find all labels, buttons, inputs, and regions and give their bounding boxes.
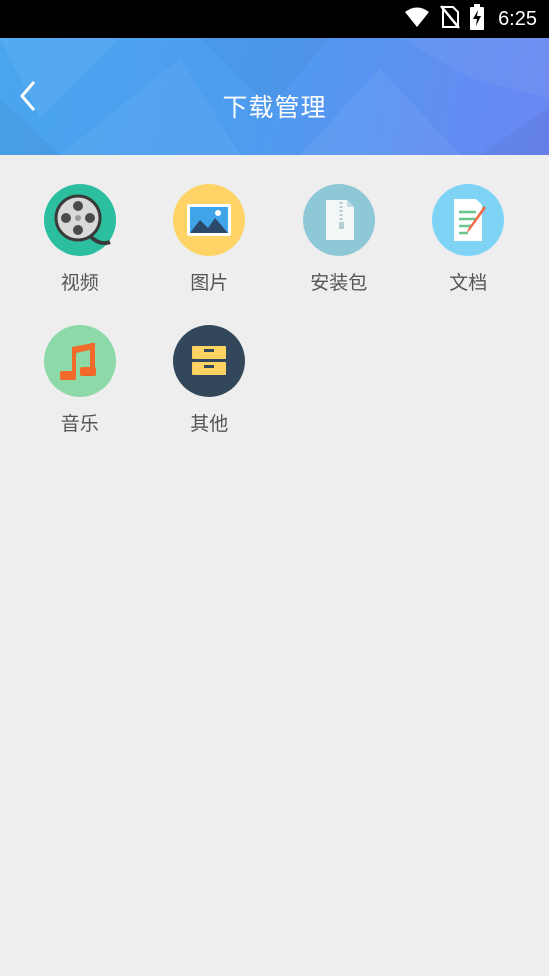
category-label: 安装包 [310,272,368,294]
status-time: 6:25 [498,7,537,30]
status-bar: 6:25 [0,0,549,38]
document-edit-icon [432,184,505,256]
category-document[interactable]: 文档 [404,184,534,295]
drawer-icon [173,325,246,397]
page-title: 下载管理 [222,93,327,122]
category-package[interactable]: 安装包 [274,184,404,295]
wifi-icon [404,6,430,32]
image-icon [173,184,246,256]
category-label: 音乐 [60,413,99,435]
battery-charging-icon [470,4,485,34]
music-note-icon [43,325,116,397]
category-label: 视频 [60,272,99,294]
zip-file-icon [302,184,375,256]
category-video[interactable]: 视频 [15,184,145,295]
category-other[interactable]: 其他 [145,325,275,436]
category-label: 文档 [449,272,488,294]
category-grid: 视频 图片 安装包 文档 音乐 其他 [15,184,535,436]
category-label: 其他 [190,413,229,435]
category-label: 图片 [190,272,229,294]
category-music[interactable]: 音乐 [15,325,145,436]
status-icons: 6:25 [404,0,537,38]
no-sim-icon [440,5,461,33]
app-bar: 下载管理 [0,38,549,155]
category-image[interactable]: 图片 [145,184,275,295]
film-reel-icon [43,184,116,256]
